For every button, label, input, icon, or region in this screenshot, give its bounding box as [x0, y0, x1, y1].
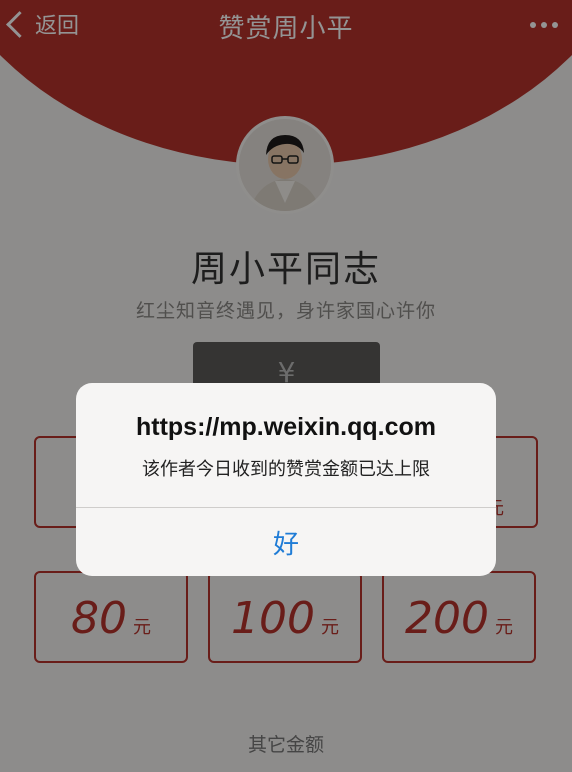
alert-message: 该作者今日收到的赞赏金额已达上限 — [142, 459, 430, 480]
alert-title: https://mp.weixin.qq.com — [135, 413, 436, 441]
reward-page: 返回 赞赏周小平 周小平同志 红尘知音终遇见，身许家国心许你 ¥ 元 80元 1… — [0, 0, 572, 772]
alert-dialog: https://mp.weixin.qq.com 该作者今日收到的赞赏金额已达上… — [76, 383, 496, 576]
alert-ok-button[interactable]: 好 — [76, 508, 496, 576]
